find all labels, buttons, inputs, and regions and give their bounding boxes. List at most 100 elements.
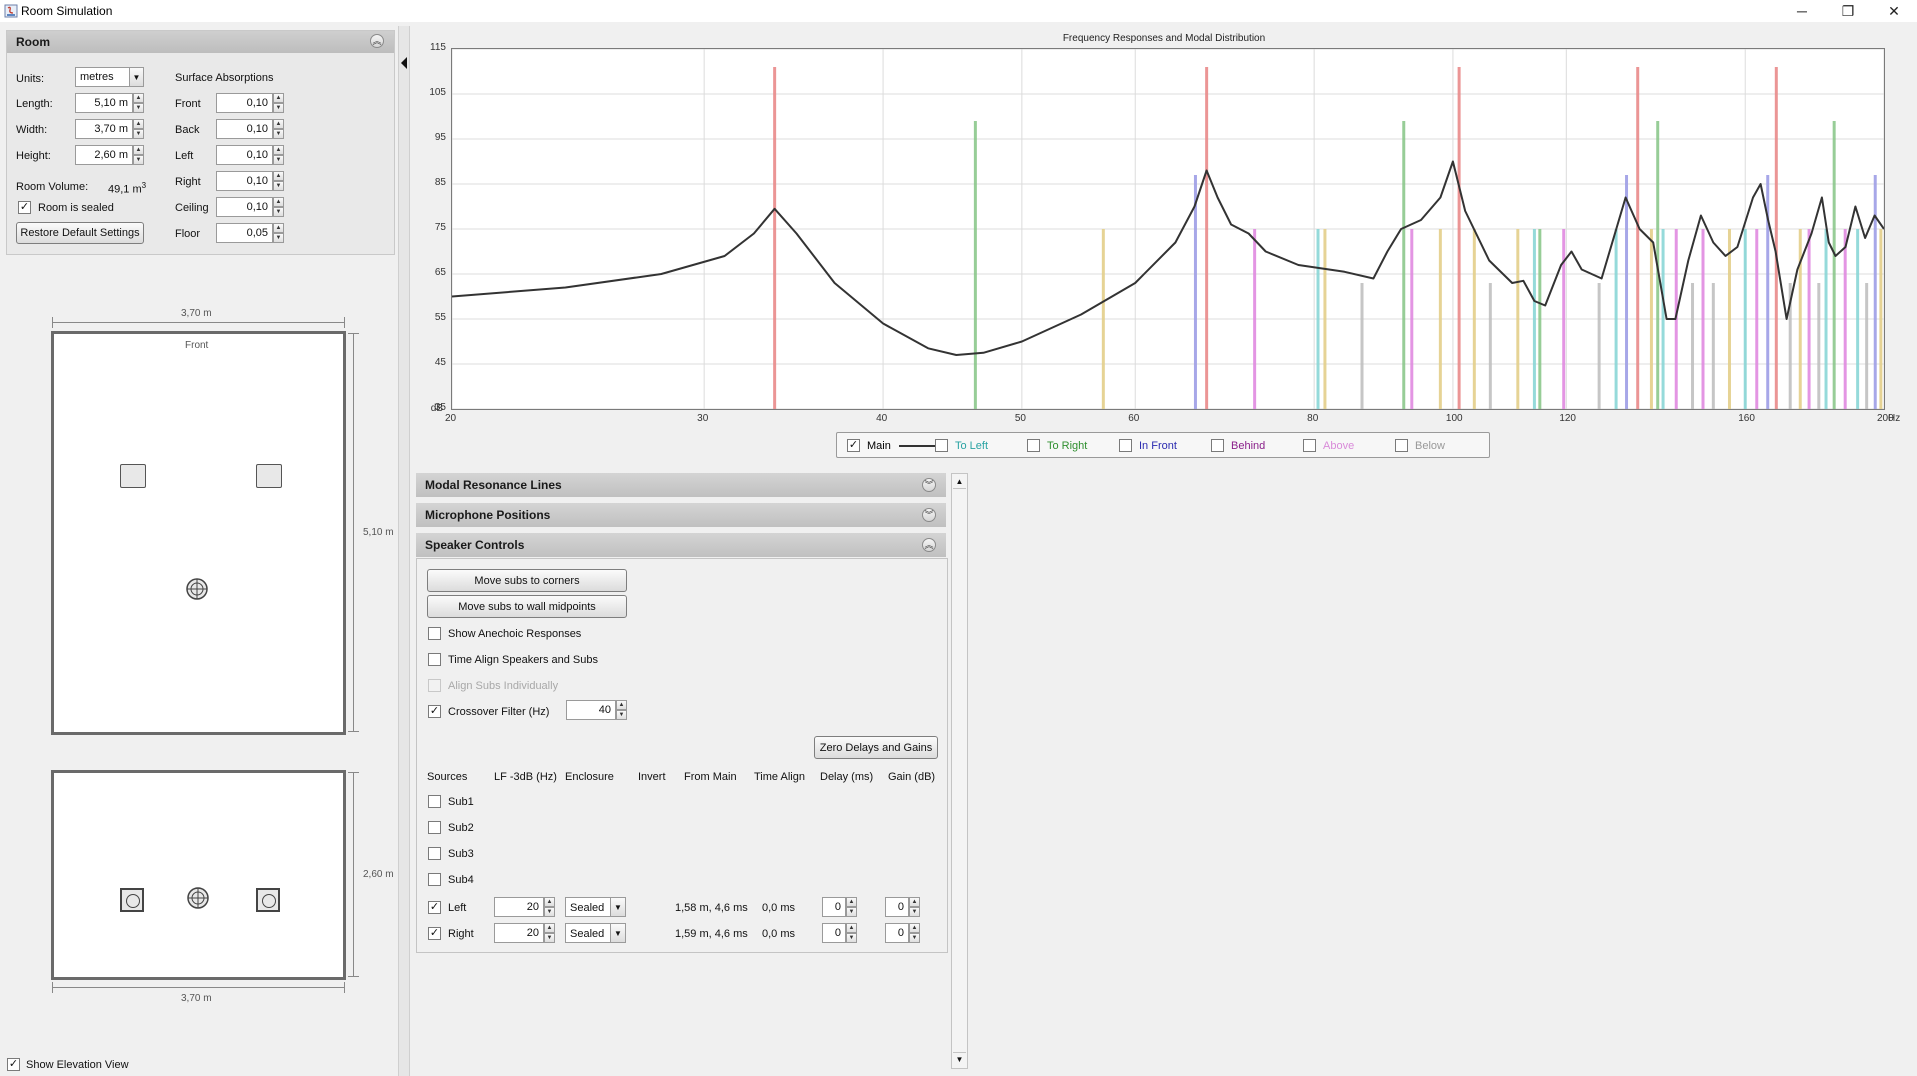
room-panel-header[interactable]: Room ︽ (7, 31, 394, 53)
right-speaker-front-icon[interactable] (256, 888, 280, 912)
right-speaker-icon[interactable] (256, 464, 282, 488)
enclosure-select[interactable]: Sealed (565, 923, 611, 943)
left-speaker-icon[interactable] (120, 464, 146, 488)
sub-enable-checkbox[interactable] (428, 847, 441, 860)
crossover-frequency-field[interactable]: 40 (566, 700, 616, 720)
absorption-stepper[interactable]: ▲ ▼ (273, 223, 284, 243)
legend-checkbox[interactable] (935, 439, 948, 452)
legend-checkbox[interactable] (1303, 439, 1316, 452)
scroll-down-icon[interactable]: ▼ (953, 1052, 966, 1066)
collapse-up-icon[interactable]: ︽ (922, 538, 936, 552)
source-enable-checkbox[interactable]: ✓ (428, 901, 441, 914)
absorption-field[interactable]: 0,10 (216, 119, 273, 139)
scroll-up-icon[interactable]: ▲ (953, 475, 966, 489)
time-align-label: Time Align Speakers and Subs (448, 654, 599, 666)
gain-field[interactable]: 0 (885, 897, 909, 917)
delay-stepper[interactable]: ▲ ▼ (846, 923, 857, 943)
sub-enable-checkbox[interactable] (428, 821, 441, 834)
lf-3db-field[interactable]: 20 (494, 923, 544, 943)
crossover-filter-label: Crossover Filter (Hz) (448, 706, 550, 718)
column-header: Enclosure (565, 771, 614, 783)
gain-stepper[interactable]: ▲ ▼ (909, 897, 920, 917)
room-plan-view[interactable]: Front (51, 331, 346, 735)
collapse-up-icon[interactable]: ︽ (370, 34, 384, 48)
absorption-stepper[interactable]: ▲ ▼ (273, 145, 284, 165)
crossover-frequency-stepper[interactable]: ▲ ▼ (616, 700, 627, 720)
height-field[interactable]: 2,60 m (75, 145, 133, 165)
column-header: Gain (dB) (888, 771, 936, 783)
delay-field[interactable]: 0 (822, 923, 846, 943)
absorption-stepper[interactable]: ▲ ▼ (273, 93, 284, 113)
close-button[interactable]: ✕ (1871, 0, 1917, 22)
expand-down-icon[interactable]: ︾ (922, 508, 936, 522)
absorption-field[interactable]: 0,05 (216, 223, 273, 243)
maximize-icon: ❐ (1841, 2, 1855, 19)
legend-checkbox[interactable] (1027, 439, 1040, 452)
absorption-field[interactable]: 0,10 (216, 171, 273, 191)
microphone-icon[interactable] (186, 886, 210, 910)
time-align-checkbox[interactable] (428, 653, 441, 666)
move-subs-corners-button[interactable]: Move subs to corners (427, 569, 627, 592)
speaker-controls-panel-header[interactable]: Speaker Controls ︽ (416, 533, 946, 557)
absorption-field[interactable]: 0,10 (216, 93, 273, 113)
restore-defaults-button[interactable]: Restore Default Settings (16, 222, 144, 244)
width-field[interactable]: 3,70 m (75, 119, 133, 139)
lf-3db-stepper[interactable]: ▲ ▼ (544, 897, 555, 917)
absorption-stepper[interactable]: ▲ ▼ (273, 171, 284, 191)
absorption-field[interactable]: 0,10 (216, 145, 273, 165)
sub-source-label: Sub2 (448, 822, 474, 834)
legend-label: Behind (1231, 440, 1266, 452)
source-enable-checkbox[interactable]: ✓ (428, 927, 441, 940)
microphone-icon[interactable] (185, 577, 209, 601)
chevron-down-icon[interactable]: ▼ (129, 67, 144, 87)
crossover-filter-checkbox[interactable]: ✓ (428, 705, 441, 718)
sub-enable-checkbox[interactable] (428, 873, 441, 886)
room-elevation-view[interactable] (51, 770, 346, 980)
y-tick-label: 75 (434, 222, 446, 233)
microphone-positions-panel-header[interactable]: Microphone Positions ︾ (416, 503, 946, 527)
minimize-button[interactable]: ─ (1779, 0, 1825, 22)
lf-3db-field[interactable]: 20 (494, 897, 544, 917)
sub-enable-checkbox[interactable] (428, 795, 441, 808)
divider-arrows-icon[interactable] (400, 54, 409, 82)
move-subs-midpoints-button[interactable]: Move subs to wall midpoints (427, 595, 627, 618)
enclosure-select[interactable]: Sealed (565, 897, 611, 917)
absorption-field[interactable]: 0,10 (216, 197, 273, 217)
zero-delays-gains-button[interactable]: Zero Delays and Gains (814, 736, 938, 759)
column-header: Time Align (754, 771, 805, 783)
width-stepper[interactable]: ▲ ▼ (133, 119, 144, 139)
height-stepper[interactable]: ▲ ▼ (133, 145, 144, 165)
show-elevation-checkbox[interactable]: ✓ (7, 1058, 20, 1071)
controls-vertical-scrollbar[interactable]: ▲ ▼ (951, 473, 968, 1069)
length-field[interactable]: 5,10 m (75, 93, 133, 113)
chart-legend: ✓ Main To Left To Right In Front Behind Above B… (836, 432, 1490, 458)
chevron-down-icon[interactable]: ▼ (610, 923, 626, 943)
absorption-stepper[interactable]: ▲ ▼ (273, 119, 284, 139)
units-label: Units: (16, 73, 45, 85)
modal-resonance-panel-header[interactable]: Modal Resonance Lines ︾ (416, 473, 946, 497)
window-title: Room Simulation (21, 4, 113, 18)
maximize-button[interactable]: ❐ (1825, 0, 1871, 22)
absorption-label: Ceiling (175, 202, 209, 214)
legend-checkbox[interactable] (1119, 439, 1132, 452)
legend-checkbox[interactable] (1211, 439, 1224, 452)
delay-field[interactable]: 0 (822, 897, 846, 917)
gain-field[interactable]: 0 (885, 923, 909, 943)
room-sealed-checkbox[interactable]: ✓ (18, 201, 31, 214)
left-speaker-front-icon[interactable] (120, 888, 144, 912)
height-dimension (353, 772, 354, 976)
expand-down-icon[interactable]: ︾ (922, 478, 936, 492)
x-tick-label: 20 (445, 413, 457, 424)
legend-checkbox[interactable] (1395, 439, 1408, 452)
lf-3db-stepper[interactable]: ▲ ▼ (544, 923, 555, 943)
frequency-response-chart[interactable] (451, 48, 1886, 411)
legend-label: Below (1415, 440, 1445, 452)
gain-stepper[interactable]: ▲ ▼ (909, 923, 920, 943)
units-select[interactable]: metres (75, 67, 130, 87)
absorption-stepper[interactable]: ▲ ▼ (273, 197, 284, 217)
legend-checkbox[interactable]: ✓ (847, 439, 860, 452)
chevron-down-icon[interactable]: ▼ (610, 897, 626, 917)
length-stepper[interactable]: ▲ ▼ (133, 93, 144, 113)
delay-stepper[interactable]: ▲ ▼ (846, 897, 857, 917)
show-anechoic-checkbox[interactable] (428, 627, 441, 640)
